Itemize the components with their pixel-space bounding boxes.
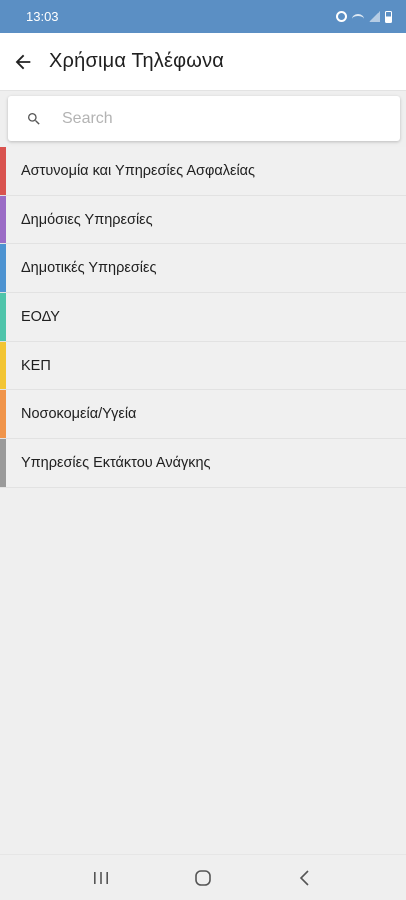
category-label: Δημόσιες Υπηρεσίες (21, 211, 153, 228)
search-bar[interactable] (8, 96, 400, 141)
category-color-stripe (0, 439, 6, 487)
category-item-police[interactable]: Αστυνομία και Υπηρεσίες Ασφαλείας (0, 147, 406, 196)
alarm-icon (336, 11, 347, 22)
category-label: ΚΕΠ (21, 357, 51, 374)
category-label: ΕΟΔΥ (21, 308, 60, 325)
arrow-left-icon (15, 54, 31, 69)
recents-icon (94, 871, 108, 884)
page-title: Χρήσιμα Τηλέφωνα (49, 50, 225, 72)
signal-icon (369, 11, 380, 22)
category-item-municipal-services[interactable]: Δημοτικές Υπηρεσίες (0, 244, 406, 294)
recents-button[interactable] (81, 858, 121, 898)
system-back-button[interactable] (285, 858, 325, 898)
system-nav-bar (0, 854, 406, 900)
back-button[interactable] (3, 42, 43, 82)
category-item-emergency[interactable]: Υπηρεσίες Εκτάκτου Ανάγκης (0, 439, 406, 488)
category-label: Υπηρεσίες Εκτάκτου Ανάγκης (21, 454, 211, 471)
home-button[interactable] (183, 858, 223, 898)
app-bar: Χρήσιμα Τηλέφωνα (0, 33, 406, 91)
category-item-eody[interactable]: ΕΟΔΥ (0, 293, 406, 342)
category-color-stripe (0, 341, 6, 390)
status-icons (336, 10, 392, 24)
search-icon (25, 110, 43, 128)
status-bar: 13:03 (0, 0, 406, 33)
category-color-stripe (0, 244, 6, 293)
battery-icon (385, 10, 392, 23)
category-item-hospitals[interactable]: Νοσοκομεία/Υγεία (0, 390, 406, 440)
status-time: 13:03 (26, 9, 59, 24)
category-color-stripe (0, 390, 6, 439)
category-item-public-services[interactable]: Δημόσιες Υπηρεσίες (0, 195, 406, 245)
category-label: Δημοτικές Υπηρεσίες (21, 260, 157, 277)
category-color-stripe (0, 195, 6, 244)
chevron-left-icon (299, 869, 309, 886)
search-input[interactable] (62, 109, 382, 128)
category-color-stripe (0, 293, 6, 341)
category-color-stripe (0, 147, 6, 195)
category-item-kep[interactable]: ΚΕΠ (0, 341, 406, 391)
category-label: Νοσοκομεία/Υγεία (21, 406, 137, 423)
home-icon (195, 869, 211, 886)
wifi-icon (352, 13, 364, 24)
category-list: Αστυνομία και Υπηρεσίες Ασφαλείας Δημόσι… (0, 147, 406, 488)
category-label: Αστυνομία και Υπηρεσίες Ασφαλείας (21, 162, 256, 179)
